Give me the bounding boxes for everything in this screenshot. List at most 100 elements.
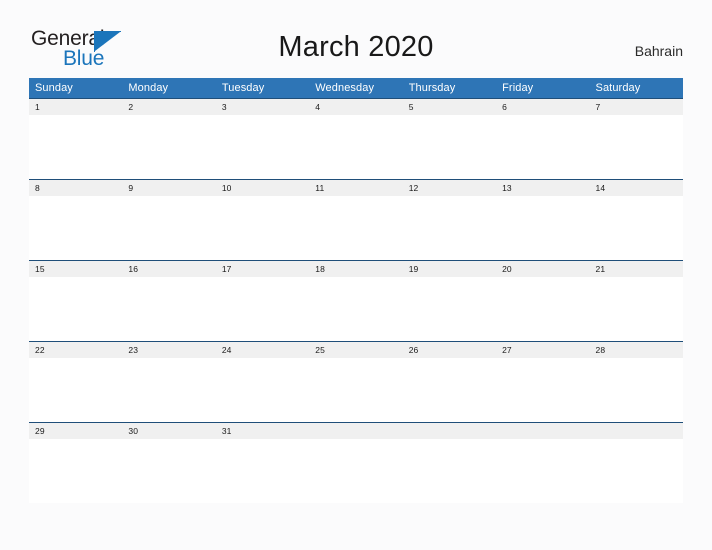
day-cell[interactable]: 27 <box>496 341 590 422</box>
day-events-area[interactable] <box>122 196 216 260</box>
day-events-area[interactable] <box>309 277 403 341</box>
weekday-header-friday: Friday <box>496 78 590 98</box>
day-cell[interactable]: 1 <box>29 98 123 179</box>
day-events-area[interactable] <box>589 439 683 503</box>
day-number: 5 <box>402 98 497 115</box>
day-events-area[interactable] <box>589 196 683 260</box>
day-number: 3 <box>215 98 310 115</box>
day-cell[interactable]: 23 <box>122 341 216 422</box>
day-cell-empty[interactable] <box>402 422 497 503</box>
day-events-area[interactable] <box>309 358 403 422</box>
day-events-area[interactable] <box>215 115 310 179</box>
day-cell[interactable]: 26 <box>402 341 497 422</box>
calendar-page: General Blue March 2020 Bahrain Sunday M… <box>0 0 712 550</box>
day-cell[interactable]: 18 <box>309 260 403 341</box>
day-cell[interactable]: 31 <box>215 422 310 503</box>
day-number: 23 <box>122 341 216 358</box>
day-cell[interactable]: 3 <box>215 98 310 179</box>
day-events-area[interactable] <box>29 115 123 179</box>
day-events-area[interactable] <box>496 277 590 341</box>
day-cell-empty[interactable] <box>309 422 403 503</box>
calendar-week-row: 1 2 3 4 5 6 7 <box>29 98 683 179</box>
day-events-area[interactable] <box>589 277 683 341</box>
day-cell[interactable]: 21 <box>589 260 683 341</box>
day-events-area[interactable] <box>496 115 590 179</box>
day-events-area[interactable] <box>496 358 590 422</box>
day-events-area[interactable] <box>589 358 683 422</box>
day-cell[interactable]: 29 <box>29 422 123 503</box>
page-header: General Blue March 2020 Bahrain <box>0 0 712 78</box>
day-number: 6 <box>496 98 590 115</box>
calendar-table: Sunday Monday Tuesday Wednesday Thursday… <box>29 78 683 503</box>
day-cell-empty[interactable] <box>496 422 590 503</box>
day-cell[interactable]: 9 <box>122 179 216 260</box>
day-cell[interactable]: 2 <box>122 98 216 179</box>
day-cell[interactable]: 8 <box>29 179 123 260</box>
day-cell[interactable]: 28 <box>589 341 683 422</box>
day-events-area[interactable] <box>29 277 123 341</box>
day-events-area[interactable] <box>309 115 403 179</box>
day-cell[interactable]: 22 <box>29 341 123 422</box>
weekday-header-wednesday: Wednesday <box>309 78 403 98</box>
day-cell[interactable]: 6 <box>496 98 590 179</box>
day-number: 2 <box>122 98 216 115</box>
day-events-area[interactable] <box>29 358 123 422</box>
day-number: 11 <box>309 179 403 196</box>
day-number: 26 <box>402 341 497 358</box>
day-events-area[interactable] <box>402 196 497 260</box>
day-events-area[interactable] <box>309 196 403 260</box>
day-number <box>589 422 683 439</box>
day-number: 18 <box>309 260 403 277</box>
day-events-area[interactable] <box>215 277 310 341</box>
weekday-header-monday: Monday <box>122 78 216 98</box>
day-events-area[interactable] <box>215 196 310 260</box>
day-events-area[interactable] <box>122 358 216 422</box>
day-events-area[interactable] <box>496 196 590 260</box>
day-cell[interactable]: 14 <box>589 179 683 260</box>
calendar-week-row: 15 16 17 18 19 20 21 <box>29 260 683 341</box>
day-cell[interactable]: 13 <box>496 179 590 260</box>
day-events-area[interactable] <box>122 277 216 341</box>
day-cell[interactable]: 19 <box>402 260 497 341</box>
day-number: 1 <box>29 98 123 115</box>
day-events-area[interactable] <box>402 277 497 341</box>
day-number: 19 <box>402 260 497 277</box>
day-cell[interactable]: 24 <box>215 341 310 422</box>
calendar-week-row: 29 30 31 <box>29 422 683 503</box>
day-number: 30 <box>122 422 216 439</box>
day-cell[interactable]: 15 <box>29 260 123 341</box>
day-cell[interactable]: 30 <box>122 422 216 503</box>
day-number: 25 <box>309 341 403 358</box>
page-title: March 2020 <box>278 31 434 63</box>
day-cell[interactable]: 4 <box>309 98 403 179</box>
day-events-area[interactable] <box>309 439 403 503</box>
day-events-area[interactable] <box>402 358 497 422</box>
day-cell[interactable]: 16 <box>122 260 216 341</box>
day-events-area[interactable] <box>215 439 310 503</box>
calendar-week-row: 8 9 10 11 12 13 14 <box>29 179 683 260</box>
day-cell[interactable]: 25 <box>309 341 403 422</box>
day-cell[interactable]: 5 <box>402 98 497 179</box>
day-number: 29 <box>29 422 123 439</box>
day-cell[interactable]: 10 <box>215 179 310 260</box>
day-events-area[interactable] <box>29 439 123 503</box>
day-number: 4 <box>309 98 403 115</box>
day-cell[interactable]: 12 <box>402 179 497 260</box>
day-events-area[interactable] <box>215 358 310 422</box>
day-events-area[interactable] <box>402 115 497 179</box>
day-number: 14 <box>589 179 683 196</box>
day-events-area[interactable] <box>496 439 590 503</box>
day-events-area[interactable] <box>122 439 216 503</box>
day-events-area[interactable] <box>402 439 497 503</box>
calendar-header-row: Sunday Monday Tuesday Wednesday Thursday… <box>29 78 683 98</box>
day-cell[interactable]: 20 <box>496 260 590 341</box>
calendar-week-row: 22 23 24 25 26 27 28 <box>29 341 683 422</box>
day-cell[interactable]: 7 <box>589 98 683 179</box>
day-cell[interactable]: 11 <box>309 179 403 260</box>
day-events-area[interactable] <box>122 115 216 179</box>
day-events-area[interactable] <box>29 196 123 260</box>
day-cell-empty[interactable] <box>589 422 683 503</box>
day-events-area[interactable] <box>589 115 683 179</box>
day-cell[interactable]: 17 <box>215 260 310 341</box>
weekday-header-saturday: Saturday <box>589 78 683 98</box>
